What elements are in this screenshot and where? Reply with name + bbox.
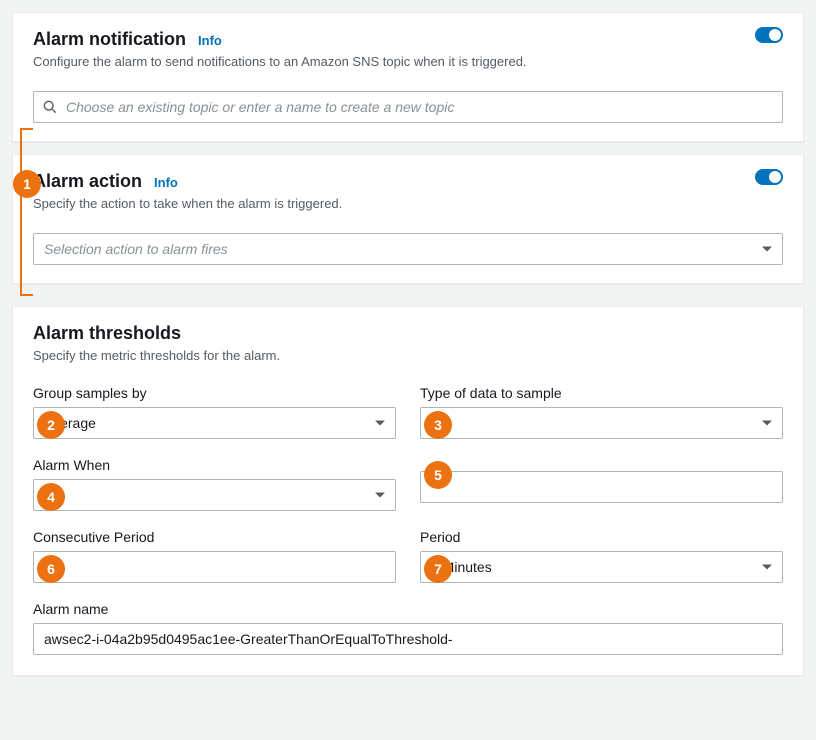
chevron-down-icon bbox=[375, 493, 385, 498]
chevron-down-icon bbox=[375, 421, 385, 426]
chevron-down-icon bbox=[762, 421, 772, 426]
alarm-notification-desc: Configure the alarm to send notification… bbox=[33, 54, 783, 69]
alarm-when-select[interactable] bbox=[33, 479, 396, 511]
sns-topic-search-input[interactable] bbox=[33, 91, 783, 123]
alarm-action-select[interactable]: Selection action to alarm fires bbox=[33, 233, 783, 265]
alarm-thresholds-panel: Alarm thresholds Specify the metric thre… bbox=[12, 306, 804, 676]
chevron-down-icon bbox=[762, 247, 772, 252]
alarm-action-panel: Alarm action Info Specify the action to … bbox=[12, 154, 804, 284]
group-samples-label: Group samples by bbox=[33, 385, 396, 401]
alarm-when-label: Alarm When bbox=[33, 457, 396, 473]
alarm-notification-toggle[interactable] bbox=[755, 27, 783, 43]
search-icon bbox=[43, 100, 57, 114]
alarm-action-toggle[interactable] bbox=[755, 169, 783, 185]
consecutive-period-input[interactable] bbox=[33, 551, 396, 583]
period-label: Period bbox=[420, 529, 783, 545]
chevron-down-icon bbox=[762, 565, 772, 570]
type-data-label: Type of data to sample bbox=[420, 385, 783, 401]
alarm-thresholds-desc: Specify the metric thresholds for the al… bbox=[33, 348, 783, 363]
period-value: 5 Minutes bbox=[431, 559, 492, 575]
group-samples-value: Average bbox=[44, 415, 96, 431]
group-samples-select[interactable]: Average bbox=[33, 407, 396, 439]
alarm-action-title: Alarm action bbox=[33, 171, 142, 192]
alarm-notification-panel: Alarm notification Info Configure the al… bbox=[12, 12, 804, 142]
alarm-action-desc: Specify the action to take when the alar… bbox=[33, 196, 783, 211]
alarm-action-select-placeholder: Selection action to alarm fires bbox=[44, 241, 228, 257]
alarm-name-label: Alarm name bbox=[33, 601, 783, 617]
alarm-notification-title: Alarm notification bbox=[33, 29, 186, 50]
period-select[interactable]: 5 Minutes bbox=[420, 551, 783, 583]
alarm-thresholds-title: Alarm thresholds bbox=[33, 323, 783, 344]
info-link[interactable]: Info bbox=[154, 175, 178, 190]
type-data-select[interactable] bbox=[420, 407, 783, 439]
info-link[interactable]: Info bbox=[198, 33, 222, 48]
alarm-name-input[interactable] bbox=[33, 623, 783, 655]
threshold-value-input[interactable] bbox=[420, 471, 783, 503]
consecutive-period-label: Consecutive Period bbox=[33, 529, 396, 545]
